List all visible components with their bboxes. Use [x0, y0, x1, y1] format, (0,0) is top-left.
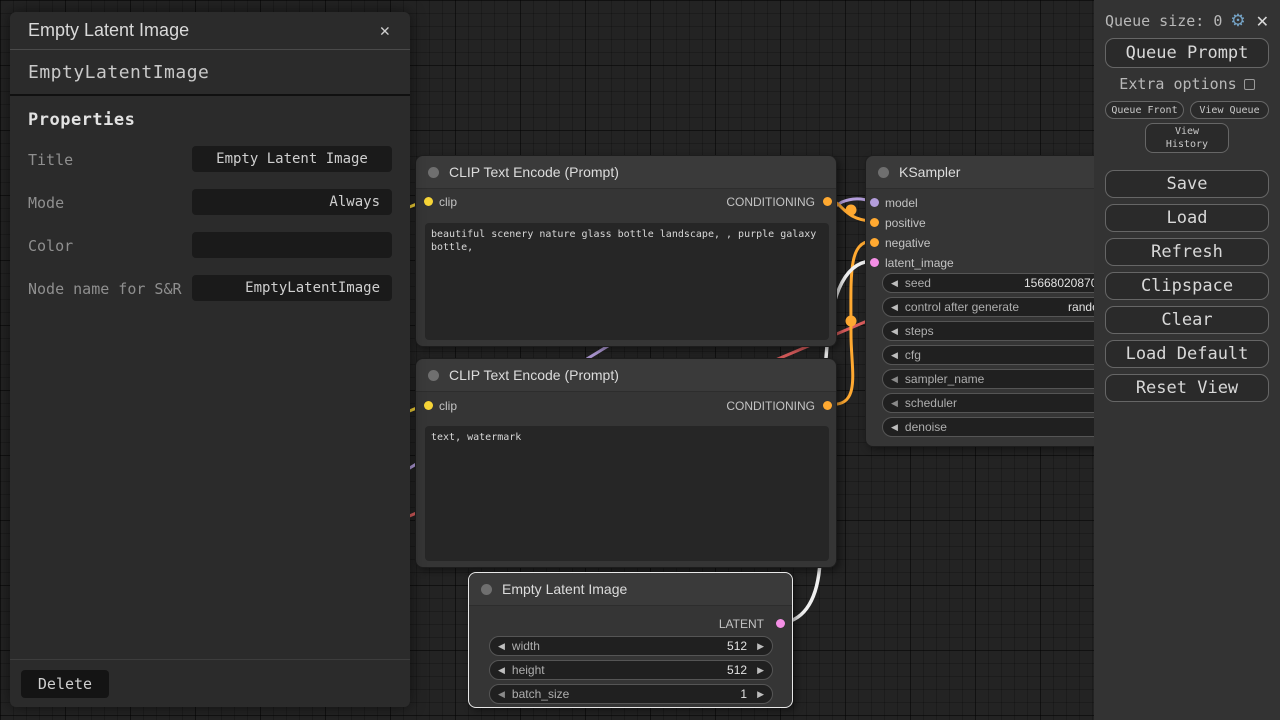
node-title-bar[interactable]: Empty Latent Image [469, 573, 792, 606]
node-title-bar[interactable]: CLIP Text Encode (Prompt) [416, 156, 836, 189]
node-type-name: EmptyLatentImage [10, 50, 410, 96]
prompt-textarea[interactable]: text, watermark [425, 426, 829, 561]
field-label: Mode [28, 189, 192, 213]
field-label: Color [28, 232, 192, 256]
decrement-icon[interactable]: ◀ [891, 375, 898, 384]
node-clip-text-encode-positive[interactable]: CLIP Text Encode (Prompt) clip CONDITION… [415, 155, 837, 347]
decrement-icon[interactable]: ◀ [891, 279, 898, 288]
refresh-button[interactable]: Refresh [1105, 238, 1269, 266]
property-row-title: Title Empty Latent Image [28, 146, 392, 172]
title-field[interactable]: Empty Latent Image [192, 146, 392, 172]
collapse-dot-icon[interactable] [428, 167, 439, 178]
node-properties-dialog: Empty Latent Image ✕ EmptyLatentImage Pr… [10, 12, 410, 707]
node-name-field[interactable]: EmptyLatentImage [192, 275, 392, 301]
output-label: CONDITIONING [726, 195, 815, 209]
decrement-icon[interactable]: ◀ [891, 303, 898, 312]
properties-heading: Properties [28, 110, 392, 130]
decrement-icon[interactable]: ◀ [891, 423, 898, 432]
output-slot-latent[interactable] [776, 619, 785, 628]
prompt-textarea[interactable]: beautiful scenery nature glass bottle la… [425, 223, 829, 340]
decrement-icon[interactable]: ◀ [498, 666, 505, 675]
load-default-button[interactable]: Load Default [1105, 340, 1269, 368]
mode-field[interactable]: Always [192, 189, 392, 215]
widget-height[interactable]: ◀ height 512 ▶ [489, 660, 773, 680]
input-label: model [885, 196, 918, 210]
decrement-icon[interactable]: ◀ [891, 351, 898, 360]
view-queue-button[interactable]: View Queue [1190, 101, 1269, 119]
widget-batch-size[interactable]: ◀ batch_size 1 ▶ [489, 684, 773, 704]
increment-icon[interactable]: ▶ [757, 666, 764, 675]
increment-icon[interactable]: ▶ [757, 690, 764, 699]
output-slot-conditioning[interactable] [823, 197, 832, 206]
output-slot-conditioning[interactable] [823, 401, 832, 410]
collapse-dot-icon[interactable] [481, 584, 492, 595]
node-clip-text-encode-negative[interactable]: CLIP Text Encode (Prompt) clip CONDITION… [415, 358, 837, 568]
widget-width[interactable]: ◀ width 512 ▶ [489, 636, 773, 656]
collapse-dot-icon[interactable] [428, 370, 439, 381]
delete-button[interactable]: Delete [21, 670, 109, 698]
field-label: Node name for S&R [28, 275, 192, 299]
input-slot-negative[interactable] [870, 238, 879, 247]
input-label: latent_image [885, 256, 954, 270]
decrement-icon[interactable]: ◀ [891, 327, 898, 336]
node-title: CLIP Text Encode (Prompt) [449, 164, 619, 180]
input-label: clip [439, 399, 457, 413]
input-slot-model[interactable] [870, 198, 879, 207]
increment-icon[interactable]: ▶ [757, 642, 764, 651]
comfyui-app: CLIP Text Encode (Prompt) clip CONDITION… [0, 0, 1280, 720]
save-button[interactable]: Save [1105, 170, 1269, 198]
comfy-menu: Queue size: 0 ⚙ ✕ Queue Prompt Extra opt… [1094, 0, 1280, 720]
close-icon[interactable]: ✕ [374, 19, 396, 43]
queue-front-button[interactable]: Queue Front [1105, 101, 1184, 119]
color-field[interactable] [192, 232, 392, 258]
extra-options-checkbox[interactable] [1244, 79, 1255, 90]
view-history-button[interactable]: View History [1145, 123, 1229, 153]
input-label: positive [885, 216, 926, 230]
node-title: Empty Latent Image [502, 581, 627, 597]
node-title-bar[interactable]: CLIP Text Encode (Prompt) [416, 359, 836, 392]
reset-view-button[interactable]: Reset View [1105, 374, 1269, 402]
dialog-title-bar: Empty Latent Image ✕ [10, 12, 410, 50]
collapse-dot-icon[interactable] [878, 167, 889, 178]
decrement-icon[interactable]: ◀ [891, 399, 898, 408]
node-empty-latent-image[interactable]: Empty Latent Image LATENT ◀ width 512 ▶ … [468, 572, 793, 708]
property-row-color: Color [28, 232, 392, 258]
gear-icon[interactable]: ⚙ [1230, 11, 1245, 31]
input-slot-clip[interactable] [424, 197, 433, 206]
load-button[interactable]: Load [1105, 204, 1269, 232]
input-label: clip [439, 195, 457, 209]
node-title: CLIP Text Encode (Prompt) [449, 367, 619, 383]
decrement-icon[interactable]: ◀ [498, 690, 505, 699]
input-slot-clip[interactable] [424, 401, 433, 410]
close-icon[interactable]: ✕ [1256, 12, 1269, 31]
node-title: KSampler [899, 164, 960, 180]
input-slot-latent-image[interactable] [870, 258, 879, 267]
property-row-mode: Mode Always [28, 189, 392, 215]
property-row-node-name: Node name for S&R EmptyLatentImage [28, 275, 392, 301]
output-label: CONDITIONING [726, 399, 815, 413]
extra-options-label: Extra options [1119, 75, 1236, 93]
queue-size-label: Queue size: 0 [1105, 12, 1230, 30]
output-label: LATENT [719, 617, 764, 631]
clipspace-button[interactable]: Clipspace [1105, 272, 1269, 300]
input-slot-positive[interactable] [870, 218, 879, 227]
queue-prompt-button[interactable]: Queue Prompt [1105, 38, 1269, 68]
input-label: negative [885, 236, 930, 250]
dialog-divider [10, 659, 410, 660]
field-label: Title [28, 146, 192, 170]
dialog-title: Empty Latent Image [28, 20, 374, 41]
clear-button[interactable]: Clear [1105, 306, 1269, 334]
decrement-icon[interactable]: ◀ [498, 642, 505, 651]
